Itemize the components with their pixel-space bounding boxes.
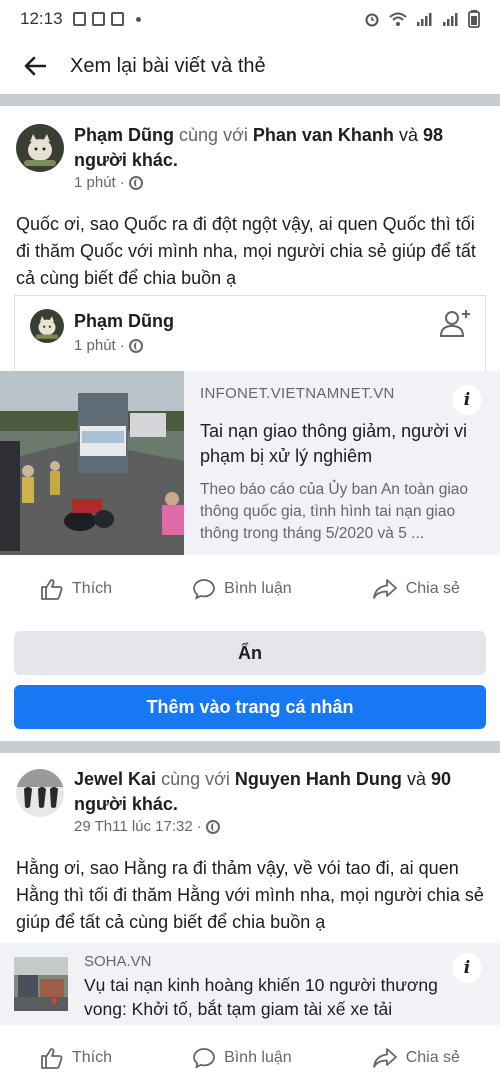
link-description: Theo báo cáo của Ủy ban An toàn giao thô… bbox=[200, 481, 469, 542]
wifi-icon bbox=[389, 12, 407, 26]
back-arrow-icon bbox=[24, 56, 46, 76]
comment-button[interactable]: Bình luận bbox=[192, 577, 292, 601]
notification-icon bbox=[110, 12, 124, 26]
link-preview[interactable]: SOHA.VN Vụ tai nạn kinh hoàng khiến 10 n… bbox=[0, 943, 500, 1025]
author-name[interactable]: Phạm Dũng bbox=[74, 125, 174, 145]
like-button[interactable]: Thích bbox=[40, 577, 112, 601]
notification-icon bbox=[72, 12, 86, 26]
link-thumbnail bbox=[14, 957, 68, 1011]
link-domain: INFONET.VIETNAMNET.VN bbox=[200, 385, 395, 402]
and-text: và bbox=[398, 125, 418, 145]
app-bar: Xem lại bài viết và thẻ bbox=[0, 38, 500, 94]
and-text: và bbox=[406, 769, 426, 789]
avatar[interactable] bbox=[16, 769, 64, 817]
tagged-name[interactable]: Phan van Khanh bbox=[253, 125, 394, 145]
avatar-image bbox=[16, 124, 64, 172]
share-button[interactable]: Chia sẻ bbox=[372, 1047, 460, 1069]
section-separator bbox=[0, 94, 500, 106]
others-label[interactable]: người khác. bbox=[74, 150, 178, 170]
like-icon bbox=[41, 579, 63, 600]
signal-icon bbox=[443, 13, 458, 26]
back-button[interactable] bbox=[0, 38, 70, 94]
meta-dot: · bbox=[119, 174, 125, 191]
comment-button[interactable]: Bình luận bbox=[192, 1046, 292, 1070]
share-icon bbox=[372, 579, 397, 599]
like-icon bbox=[41, 1048, 63, 1069]
system-icons bbox=[364, 10, 480, 28]
avatar-image bbox=[16, 769, 64, 817]
tagged-name[interactable]: Nguyen Hanh Dung bbox=[235, 769, 402, 789]
comment-label: Bình luận bbox=[224, 580, 292, 597]
post-meta: 29 Th11 lúc 17:32 · bbox=[74, 818, 220, 835]
info-icon[interactable]: i bbox=[452, 953, 482, 983]
comment-label: Bình luận bbox=[224, 1049, 292, 1066]
meta-dot: · bbox=[119, 337, 125, 354]
post-actions: Thích Bình luận Chia sẻ bbox=[0, 1038, 500, 1072]
link-thumbnail bbox=[0, 371, 184, 555]
status-bar: 12:13 bbox=[0, 0, 500, 38]
battery-icon bbox=[468, 10, 480, 28]
like-label: Thích bbox=[72, 580, 113, 597]
page-title: Xem lại bài viết và thẻ bbox=[70, 54, 266, 77]
globe-icon bbox=[205, 819, 220, 834]
comment-icon bbox=[193, 579, 215, 600]
shared-post-meta: 1 phút · bbox=[74, 337, 143, 354]
link-title[interactable]: Tai nạn giao thông giảm, người vi phạm b… bbox=[200, 419, 480, 469]
globe-icon bbox=[128, 338, 143, 353]
notification-icon bbox=[91, 12, 105, 26]
share-label: Chia sẻ bbox=[405, 1049, 460, 1066]
section-separator bbox=[0, 741, 500, 753]
alarm-icon bbox=[365, 13, 379, 27]
shared-post-time[interactable]: 1 phút bbox=[74, 337, 116, 354]
globe-icon bbox=[128, 175, 143, 190]
more-notifications-icon bbox=[135, 16, 141, 22]
shared-author-name[interactable]: Phạm Dũng bbox=[74, 309, 174, 334]
avatar-image bbox=[30, 309, 64, 343]
signal-icon bbox=[417, 13, 432, 26]
others-label[interactable]: người khác. bbox=[74, 794, 178, 814]
avatar[interactable] bbox=[16, 124, 64, 172]
like-label: Thích bbox=[72, 1049, 113, 1066]
hide-button[interactable]: Ẩn bbox=[14, 631, 486, 675]
post-header: Phạm Dũng cùng với Phan van Khanh và 98 … bbox=[74, 123, 474, 173]
post-actions: Thích Bình luận Chia sẻ bbox=[0, 569, 500, 609]
share-icon bbox=[372, 1048, 397, 1068]
post-text: Hằng ơi, sao Hằng ra đi thảm vậy, về vói… bbox=[16, 858, 484, 932]
link-preview[interactable]: INFONET.VIETNAMNET.VN Tai nạn giao thông… bbox=[0, 371, 500, 555]
post-text: Quốc ơi, sao Quốc ra đi đột ngột vậy, ai… bbox=[16, 214, 476, 288]
shared-avatar[interactable] bbox=[30, 309, 64, 343]
link-title[interactable]: Vụ tai nạn kinh hoàng khiến 10 người thư… bbox=[84, 973, 474, 1021]
status-time: 12:13 bbox=[20, 9, 63, 28]
notification-icons bbox=[72, 12, 141, 26]
others-count[interactable]: 90 bbox=[431, 769, 451, 789]
meta-dot: · bbox=[196, 818, 202, 835]
link-domain: SOHA.VN bbox=[84, 953, 152, 970]
add-to-profile-button[interactable]: Thêm vào trang cá nhân bbox=[14, 685, 486, 729]
share-label: Chia sẻ bbox=[405, 580, 460, 597]
post-header: Jewel Kai cùng với Nguyen Hanh Dung và 9… bbox=[74, 767, 474, 817]
author-name[interactable]: Jewel Kai bbox=[74, 769, 156, 789]
post-time[interactable]: 1 phút bbox=[74, 174, 116, 191]
share-button[interactable]: Chia sẻ bbox=[372, 578, 460, 600]
comment-icon bbox=[193, 1048, 215, 1069]
with-text: cùng với bbox=[179, 125, 248, 145]
add-friend-icon bbox=[439, 310, 470, 337]
info-icon[interactable]: i bbox=[452, 385, 482, 415]
add-friend-button[interactable] bbox=[438, 306, 472, 340]
post-time[interactable]: 29 Th11 lúc 17:32 bbox=[74, 818, 193, 835]
others-count[interactable]: 98 bbox=[423, 125, 443, 145]
like-button[interactable]: Thích bbox=[40, 1046, 112, 1070]
post-meta: 1 phút · bbox=[74, 174, 143, 191]
with-text: cùng với bbox=[161, 769, 230, 789]
